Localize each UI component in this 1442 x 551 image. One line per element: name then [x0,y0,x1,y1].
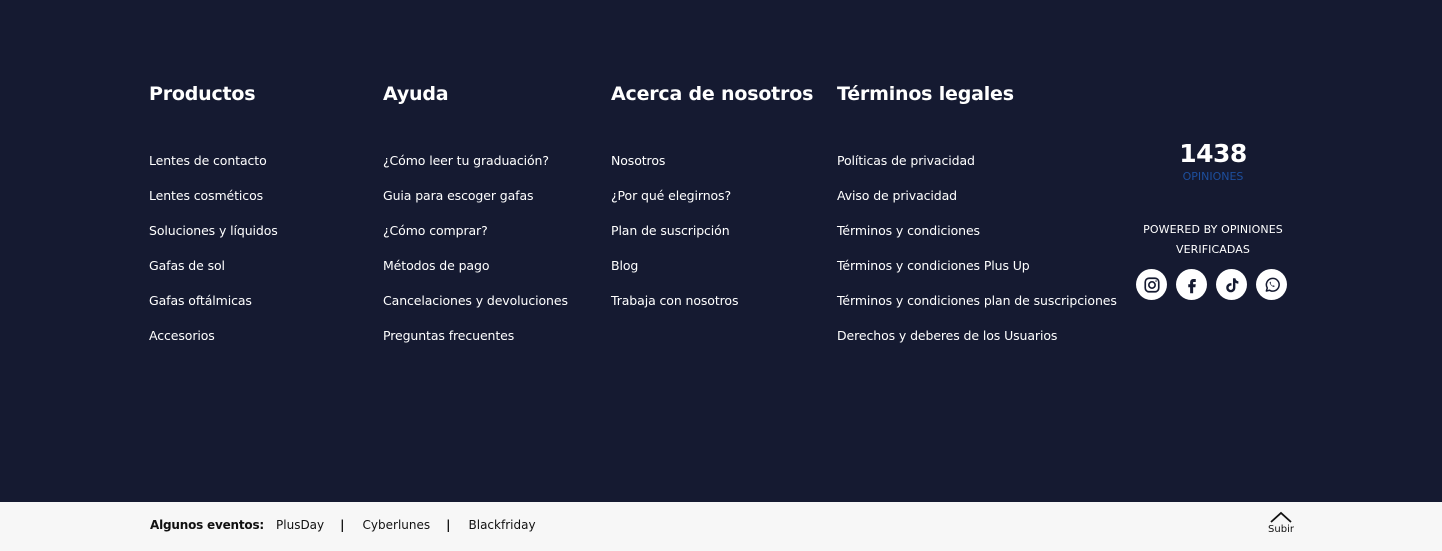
link-cancelaciones-devoluciones[interactable]: Cancelaciones y devoluciones [383,293,568,308]
events-label: Algunos eventos: [150,518,265,532]
link-metodos-de-pago[interactable]: Métodos de pago [383,258,489,273]
facebook-icon [1187,278,1196,293]
link-trabaja-con-nosotros[interactable]: Trabaja con nosotros [611,293,738,308]
powered-by-line-2: VERIFICADAS [1175,243,1251,256]
back-to-top-button[interactable]: Subir [1262,510,1300,536]
event-separator: | [340,518,345,532]
ayuda-links: ¿Cómo leer tu graduación? Guia para esco… [383,151,568,361]
whatsapp-icon [1265,277,1280,292]
facebook-button[interactable] [1176,269,1207,300]
instagram-icon [1143,276,1160,293]
instagram-button[interactable] [1136,269,1167,300]
footer-main: Productos Lentes de contacto Lentes cosm… [0,0,1442,502]
link-preguntas-frecuentes[interactable]: Preguntas frecuentes [383,328,514,343]
reviews-count: 1438 [1179,139,1247,168]
link-accesorios[interactable]: Accesorios [149,328,215,343]
reviews-widget[interactable]: 1438 OPINIONES POWERED BY OPINIONES VERI… [1128,138,1298,260]
link-soluciones-liquidos[interactable]: Soluciones y líquidos [149,223,278,238]
powered-by-line-1: POWERED BY OPINIONES [1143,223,1283,236]
footer-column-acerca: Acerca de nosotros Nosotros ¿Por qué ele… [611,82,813,326]
link-politicas-privacidad[interactable]: Políticas de privacidad [837,153,975,168]
productos-links: Lentes de contacto Lentes cosméticos Sol… [149,151,278,361]
legales-links: Políticas de privacidad Aviso de privaci… [837,151,1117,361]
link-derechos-deberes[interactable]: Derechos y deberes de los Usuarios [837,328,1057,343]
link-lentes-de-contacto[interactable]: Lentes de contacto [149,153,267,168]
link-terminos-condiciones[interactable]: Términos y condiciones [837,223,980,238]
tiktok-icon [1225,277,1238,292]
column-title-productos: Productos [149,83,256,105]
event-separator: | [446,518,451,532]
link-gafas-de-sol[interactable]: Gafas de sol [149,258,225,273]
footer-column-productos: Productos Lentes de contacto Lentes cosm… [149,82,278,361]
event-link-plusday[interactable]: PlusDay [276,518,324,532]
link-gafas-oftalmicas[interactable]: Gafas oftálmicas [149,293,252,308]
footer-column-ayuda: Ayuda ¿Cómo leer tu graduación? Guia par… [383,82,568,361]
tiktok-button[interactable] [1216,269,1247,300]
back-to-top-label: Subir [1268,524,1294,535]
whatsapp-button[interactable] [1256,269,1287,300]
event-link-cyberlunes[interactable]: Cyberlunes [363,518,431,532]
link-por-que-elegirnos[interactable]: ¿Por qué elegirnos? [611,188,731,203]
powered-by-text: POWERED BY OPINIONES VERIFICADAS [1128,220,1298,260]
link-como-leer-graduacion[interactable]: ¿Cómo leer tu graduación? [383,153,549,168]
link-nosotros[interactable]: Nosotros [611,153,665,168]
column-title-acerca: Acerca de nosotros [611,83,814,105]
link-guia-escoger-gafas[interactable]: Guia para escoger gafas [383,188,534,203]
column-title-ayuda: Ayuda [383,83,449,105]
event-link-blackfriday[interactable]: Blackfriday [469,518,536,532]
reviews-label: OPINIONES [1182,170,1244,183]
link-aviso-privacidad[interactable]: Aviso de privacidad [837,188,957,203]
link-blog[interactable]: Blog [611,258,638,273]
chevron-up-icon [1270,511,1292,523]
acerca-links: Nosotros ¿Por qué elegirnos? Plan de sus… [611,151,813,326]
link-como-comprar[interactable]: ¿Cómo comprar? [383,223,488,238]
link-terminos-plus-up[interactable]: Términos y condiciones Plus Up [837,258,1030,273]
footer-bottom-bar: Algunos eventos: PlusDay | Cyberlunes | … [0,502,1442,551]
footer-column-legales: Términos legales Políticas de privacidad… [837,82,1117,361]
link-terminos-plan-suscripciones[interactable]: Términos y condiciones plan de suscripci… [837,293,1117,308]
social-links [1136,269,1287,300]
link-plan-de-suscripcion[interactable]: Plan de suscripción [611,223,730,238]
link-lentes-cosmeticos[interactable]: Lentes cosméticos [149,188,263,203]
events-list: Algunos eventos: PlusDay | Cyberlunes | … [150,518,536,532]
column-title-legales: Términos legales [837,83,1014,105]
